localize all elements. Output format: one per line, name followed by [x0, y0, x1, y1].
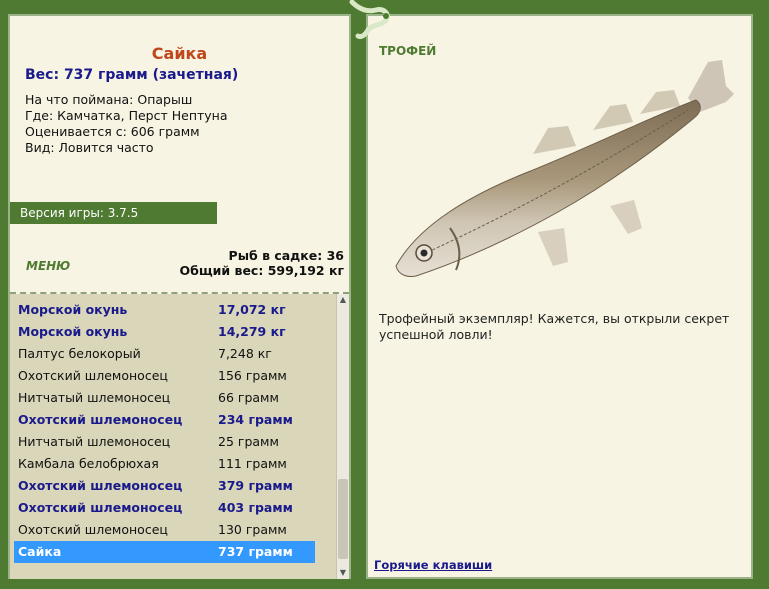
fish-kind: Вид: Ловится часто — [25, 140, 154, 155]
fish-info-panel: Сайка Вес: 737 грамм (зачетная) На что п… — [8, 14, 351, 579]
list-item-name: Палтус белокорый — [18, 346, 141, 361]
list-item-name: Сайка — [18, 544, 62, 559]
list-item-weight: 737 грамм — [218, 544, 293, 559]
list-item[interactable]: Камбала белобрюхая 111 грамм — [14, 453, 315, 475]
list-item-name: Нитчатый шлемоносец — [18, 434, 171, 449]
list-item[interactable]: Охотский шлемоносец 130 грамм — [14, 519, 315, 541]
list-item-name: Нитчатый шлемоносец — [18, 390, 171, 405]
fish-rated-from: Оценивается с: 606 грамм — [25, 124, 200, 139]
list-item-name: Охотский шлемоносец — [18, 368, 168, 383]
fish-list[interactable]: Морской окунь 17,072 кг Морской окунь 14,27… — [10, 294, 336, 579]
list-item-weight: 403 грамм — [218, 500, 293, 515]
fish-bait: На что поймана: Опарыш — [25, 92, 193, 107]
list-item[interactable]: Нитчатый шлемоносец 25 грамм — [14, 431, 315, 453]
keepnet-count: Рыб в садке: 36 — [228, 248, 344, 263]
list-item-weight: 379 грамм — [218, 478, 293, 493]
list-item[interactable]: Охотский шлемоносец 379 грамм — [14, 475, 315, 497]
scroll-thumb[interactable] — [338, 479, 348, 559]
fish-location: Где: Камчатка, Перст Нептуна — [25, 108, 228, 123]
list-item-name: Камбала белобрюхая — [18, 456, 159, 471]
list-item[interactable]: Охотский шлемоносец 156 грамм — [14, 365, 315, 387]
list-item[interactable]: Морской окунь 14,279 кг — [14, 321, 315, 343]
fish-weight: Вес: 737 грамм (зачетная) — [25, 67, 239, 83]
list-item-selected[interactable]: Сайка 737 грамм — [14, 541, 315, 563]
list-item[interactable]: Охотский шлемоносец 403 грамм — [14, 497, 315, 519]
game-version: Версия игры: 3.7.5 — [10, 202, 217, 224]
saika-fish-image — [395, 60, 734, 277]
lizard-decoration — [349, 0, 390, 39]
list-item-weight: 25 грамм — [218, 434, 279, 449]
list-item[interactable]: Морской окунь 17,072 кг — [14, 299, 315, 321]
list-item-name: Морской окунь — [18, 302, 128, 317]
hotkeys-link[interactable]: Горячие клавиши — [374, 558, 492, 572]
fish-name: Сайка — [151, 44, 208, 63]
list-item-weight: 234 грамм — [218, 412, 293, 427]
list-item[interactable]: Охотский шлемоносец 234 грамм — [14, 409, 315, 431]
list-item[interactable]: Палтус белокорый 7,248 кг — [14, 343, 315, 365]
menu-button[interactable]: МЕНЮ — [26, 259, 70, 273]
keepnet-total-weight: Общий вес: 599,192 кг — [179, 263, 345, 278]
list-item-name: Морской окунь — [18, 324, 128, 339]
list-item[interactable]: Нитчатый шлемоносец 66 грамм — [14, 387, 315, 409]
scroll-down-icon[interactable]: ▼ — [337, 567, 349, 579]
list-item-weight: 66 грамм — [218, 390, 279, 405]
list-item-weight: 14,279 кг — [218, 324, 286, 339]
trophy-panel: ТРОФЕЙ Трофейный экземпляр! Кажется, вы — [366, 14, 753, 579]
list-item-weight: 17,072 кг — [218, 302, 286, 317]
list-item-name: Охотский шлемоносец — [18, 522, 168, 537]
list-item-weight: 130 грамм — [218, 522, 287, 537]
list-item-weight: 111 грамм — [218, 456, 287, 471]
keepnet-stats: Рыб в садке: 36 Общий вес: 599,192 кг — [180, 248, 345, 278]
trophy-message: Трофейный экземпляр! Кажется, вы открыли… — [379, 311, 730, 342]
list-item-name: Охотский шлемоносец — [18, 412, 183, 427]
list-item-weight: 156 грамм — [218, 368, 287, 383]
scroll-up-icon[interactable]: ▲ — [337, 294, 349, 306]
list-item-name: Охотский шлемоносец — [18, 478, 183, 493]
list-item-weight: 7,248 кг — [218, 346, 272, 361]
list-scrollbar[interactable]: ▲ ▼ — [336, 294, 349, 579]
list-item-name: Охотский шлемоносец — [18, 500, 183, 515]
